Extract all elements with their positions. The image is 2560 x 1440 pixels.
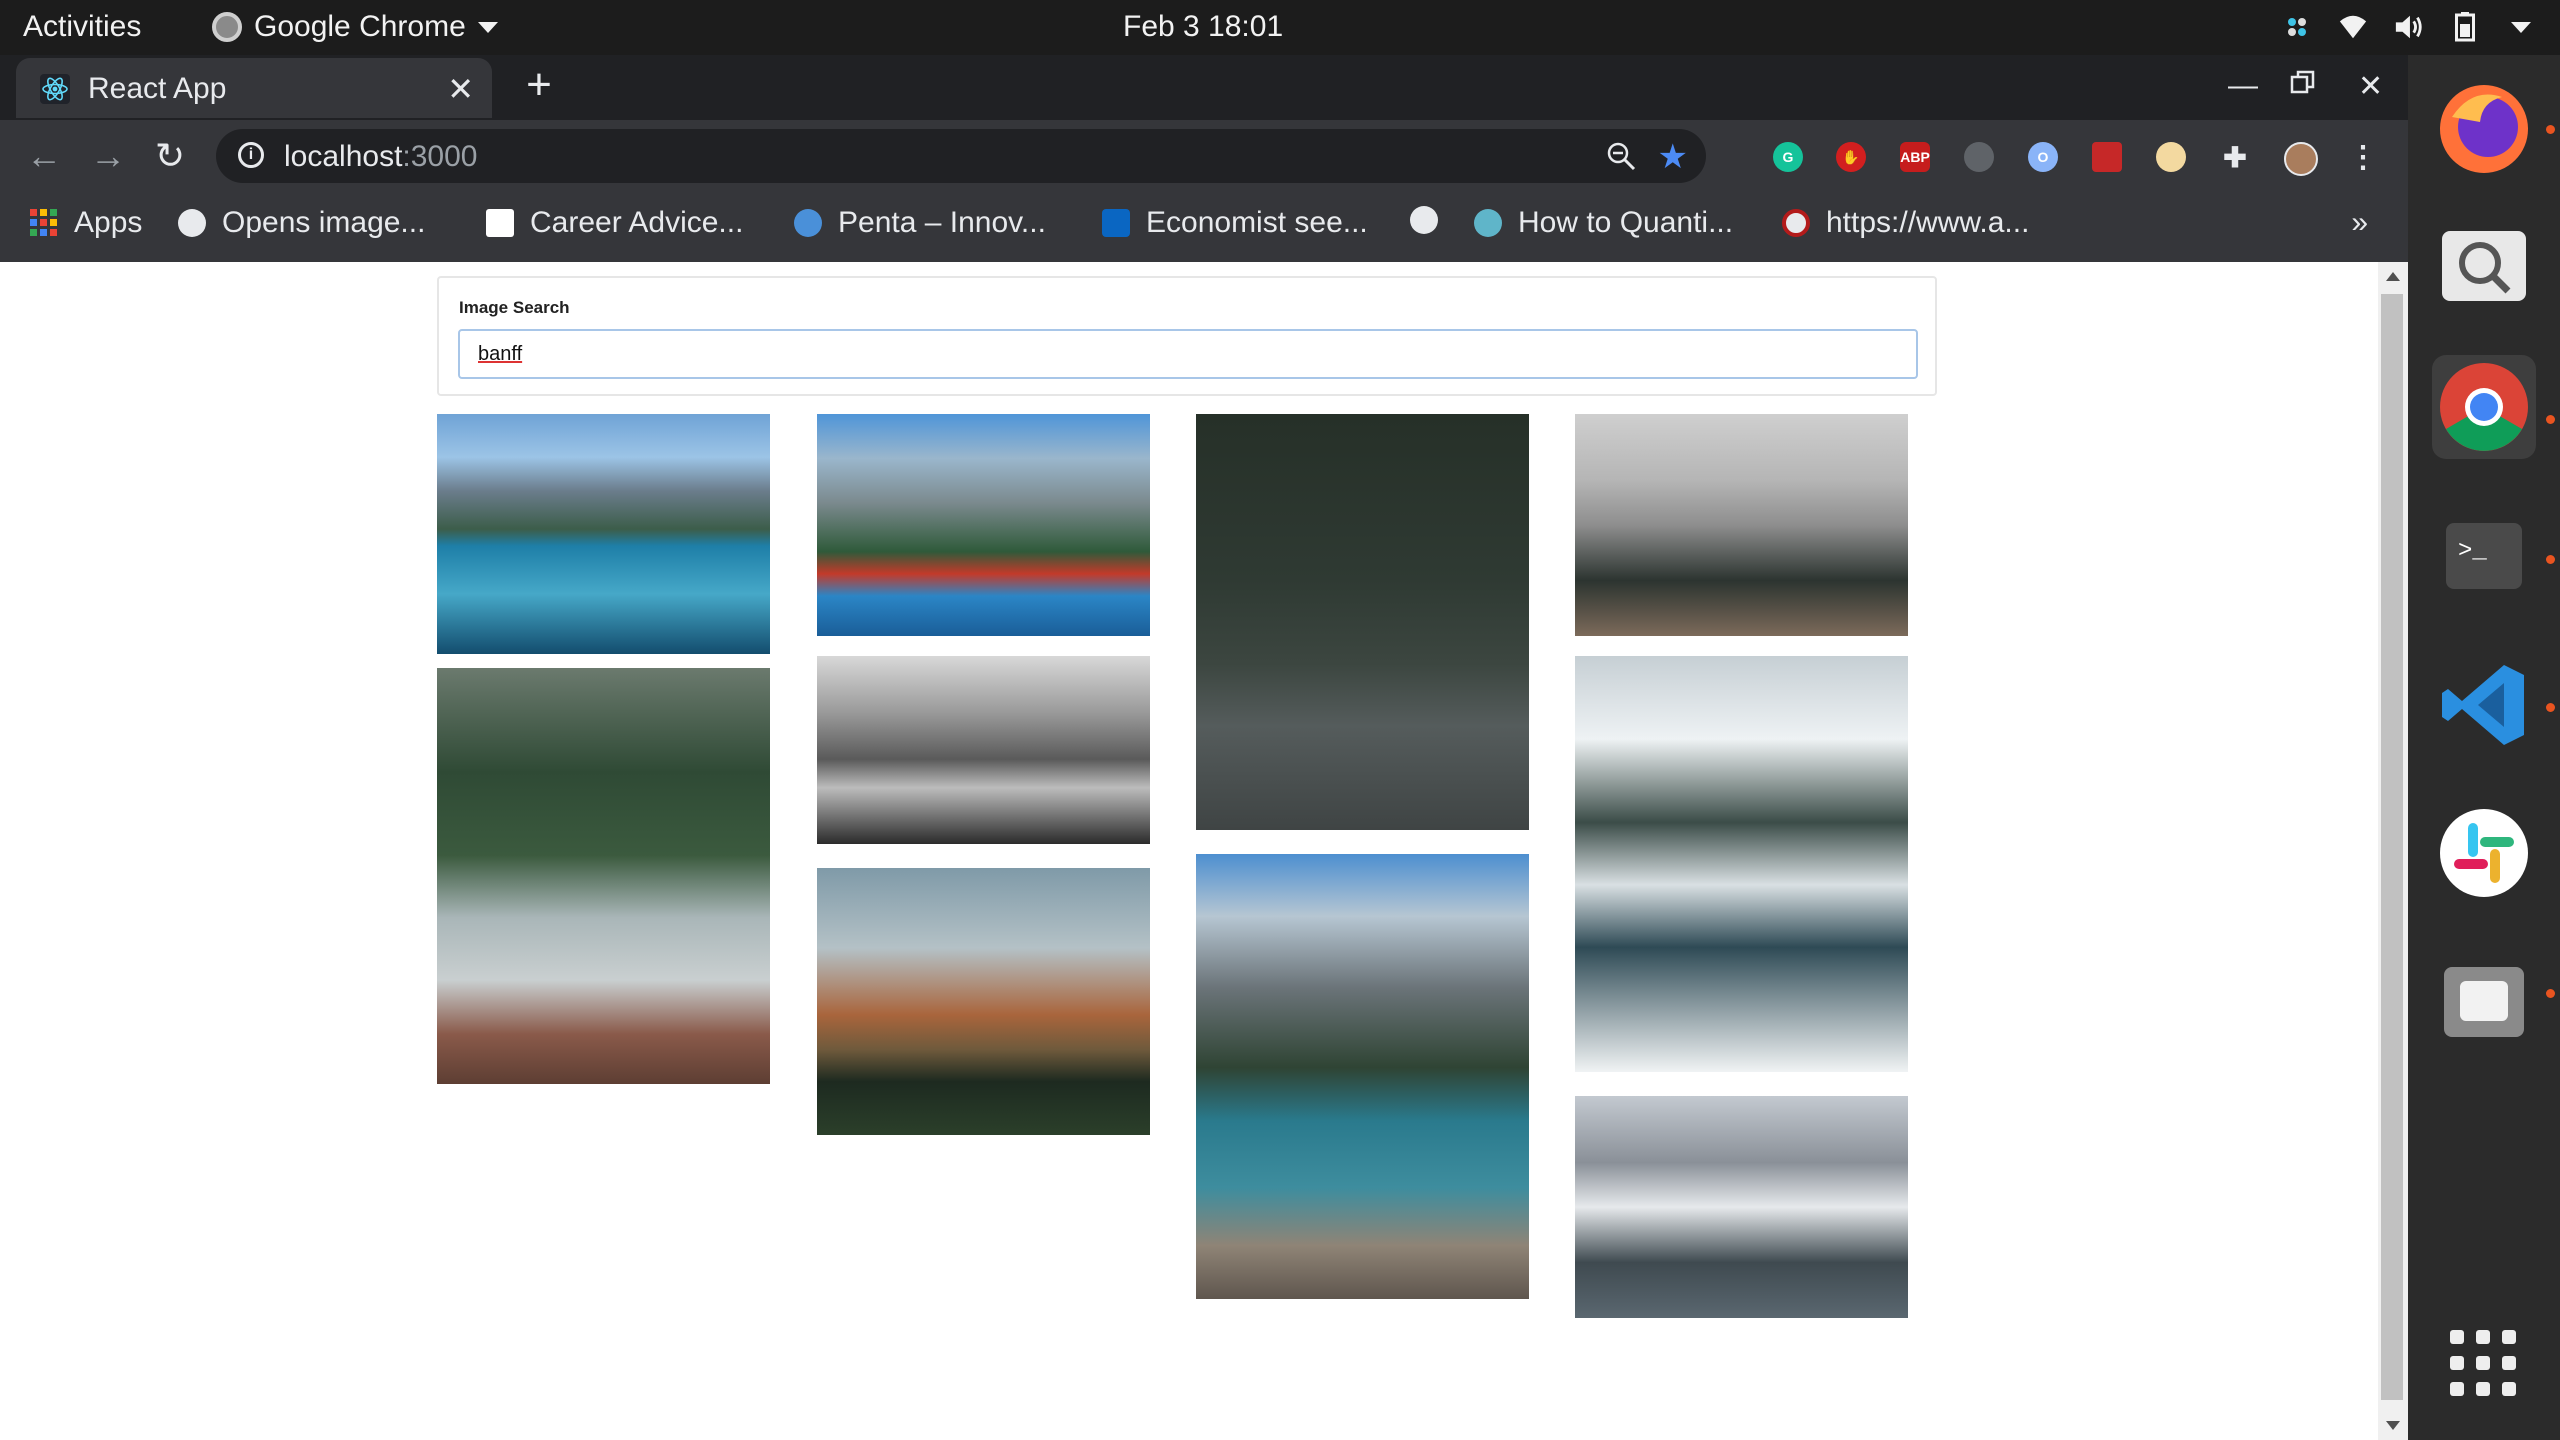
system-tray[interactable]	[2282, 8, 2536, 46]
image-result[interactable]	[1575, 656, 1908, 1072]
image-result[interactable]	[817, 868, 1150, 1135]
cookie-extension-icon[interactable]	[2156, 142, 2186, 172]
running-indicator	[2546, 125, 2555, 134]
image-viewer-icon[interactable]	[2432, 217, 2536, 321]
bookmark-penta[interactable]: Penta – Innov...	[794, 206, 1046, 240]
app-menu[interactable]: Google Chrome	[212, 10, 498, 44]
image-search-card: Image Search	[437, 276, 1937, 396]
activities-button[interactable]: Activities	[23, 10, 141, 44]
chrome-menu-icon[interactable]: ⋮	[2348, 141, 2378, 174]
page-scrollbar[interactable]	[2378, 262, 2408, 1440]
running-indicator	[2546, 703, 2555, 712]
image-result[interactable]	[1575, 414, 1908, 636]
close-tab-icon[interactable]: ✕	[447, 70, 474, 108]
bookmarks-overflow-button[interactable]: »	[2351, 206, 2368, 240]
bookmark-opens-image[interactable]: Opens image...	[178, 206, 425, 240]
adblock-plus-extension-icon[interactable]: ABP	[1900, 142, 1930, 172]
running-indicator	[2546, 415, 2555, 424]
penta-icon	[794, 209, 822, 237]
address-text[interactable]: localhost:3000	[284, 140, 477, 174]
slack-status-icon[interactable]	[2282, 12, 2312, 42]
tab-strip: React App ✕ + — ✕	[0, 55, 2408, 120]
battery-icon[interactable]	[2450, 12, 2480, 42]
chrome-dock-icon[interactable]	[2432, 355, 2536, 459]
volume-icon[interactable]	[2394, 12, 2424, 42]
extensions-puzzle-icon[interactable]: ✚	[2220, 142, 2250, 173]
linkedin-icon	[1102, 209, 1130, 237]
bookmarks-bar: Apps Opens image... Career Advice... Pen…	[0, 192, 2408, 262]
career-site-icon	[486, 209, 514, 237]
bookmark-economist[interactable]: Economist see...	[1102, 206, 1368, 240]
chevron-down-icon	[477, 22, 498, 33]
running-indicator	[2546, 989, 2555, 998]
bookmark-https-link[interactable]: https://www.a...	[1782, 206, 2029, 240]
page-content: Image Search	[0, 262, 2378, 1440]
arxiv-icon	[1782, 209, 1810, 237]
red-extension-icon[interactable]	[2092, 142, 2122, 172]
bookmark-career-advice[interactable]: Career Advice...	[486, 206, 743, 240]
browser-toolbar: ← → ↻ i localhost:3000 ★ G ✋ ABP O ✚ ⋮	[0, 120, 2408, 192]
system-top-bar: Activities Google Chrome Feb 3 18:01	[0, 0, 2560, 55]
scroll-up-arrow-icon[interactable]	[2386, 272, 2400, 281]
system-menu-chevron-icon[interactable]	[2506, 12, 2536, 42]
scroll-down-arrow-icon[interactable]	[2386, 1421, 2400, 1430]
new-tab-button[interactable]: +	[518, 63, 560, 107]
tab-react-app[interactable]: React App ✕	[16, 58, 492, 118]
image-result[interactable]	[437, 668, 770, 1084]
address-bar[interactable]: i localhost:3000 ★	[216, 129, 1706, 183]
app-name: Google Chrome	[254, 10, 466, 43]
zoom-icon[interactable]	[1606, 141, 1636, 171]
bookmark-how-to-quantify[interactable]: How to Quanti...	[1474, 206, 1733, 240]
forward-icon[interactable]: →	[90, 138, 126, 174]
image-result[interactable]	[1196, 854, 1529, 1299]
wifi-icon[interactable]	[2338, 12, 2368, 42]
chrome-icon	[212, 12, 242, 42]
clock[interactable]: Feb 3 18:01	[1123, 10, 1283, 44]
image-result[interactable]	[817, 414, 1150, 636]
vscode-icon[interactable]	[2432, 653, 2536, 757]
profile-avatar[interactable]	[2284, 142, 2318, 176]
medium-icon	[1474, 209, 1502, 237]
files-icon[interactable]	[2432, 949, 2536, 1053]
image-result[interactable]	[1575, 1096, 1908, 1318]
grammarly-extension-icon[interactable]: G	[1773, 142, 1803, 172]
image-result[interactable]	[1196, 414, 1529, 830]
search-label: Image Search	[459, 298, 570, 317]
image-result[interactable]	[437, 414, 770, 654]
show-applications-icon[interactable]	[2450, 1330, 2516, 1396]
bookmark-star-icon[interactable]: ★	[1658, 137, 1688, 177]
terminal-icon[interactable]: >_	[2432, 505, 2536, 609]
ubuntu-dock: >_	[2408, 55, 2560, 1440]
apps-grid-icon	[30, 209, 57, 236]
running-indicator	[2546, 555, 2555, 564]
bug-extension-icon[interactable]	[1964, 142, 1994, 172]
back-icon[interactable]: ←	[26, 138, 62, 174]
bookmark-apps[interactable]: Apps	[30, 206, 142, 240]
block-extension-icon[interactable]: ✋	[1836, 142, 1866, 172]
scroll-thumb[interactable]	[2381, 294, 2403, 1400]
close-window-icon[interactable]: ✕	[2358, 69, 2383, 104]
bookmark-globe[interactable]	[1410, 206, 1454, 234]
reload-icon[interactable]: ↻	[152, 138, 188, 174]
restore-window-icon[interactable]	[2290, 69, 2316, 103]
search-input[interactable]	[458, 329, 1918, 379]
image-result[interactable]	[817, 656, 1150, 844]
react-logo-icon	[40, 74, 70, 104]
globe-icon	[1410, 206, 1438, 234]
globe-icon	[178, 209, 206, 237]
firefox-icon[interactable]	[2432, 77, 2536, 181]
minimize-icon[interactable]: —	[2228, 69, 2258, 103]
svg-text:>_: >_	[2458, 538, 2487, 565]
site-info-icon[interactable]: i	[238, 142, 264, 168]
slack-icon[interactable]	[2432, 801, 2536, 905]
circle-extension-icon[interactable]: O	[2028, 142, 2058, 172]
tab-title: React App	[88, 72, 227, 105]
